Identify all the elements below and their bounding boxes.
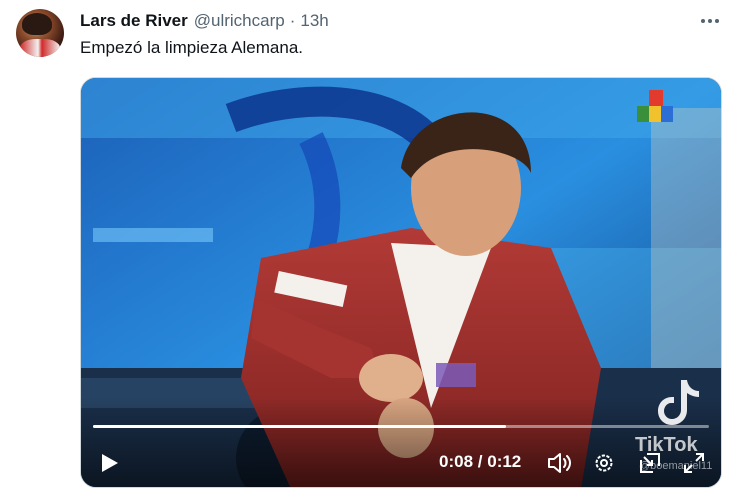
channel-logo-icon xyxy=(637,90,673,122)
tweet-header: Lars de River @ulrichcarp · 13h xyxy=(80,10,329,32)
time-readout: 0:08 / 0:12 xyxy=(439,452,521,472)
tweet-text: Empezó la limpieza Alemana. xyxy=(80,38,304,57)
play-icon xyxy=(102,454,118,472)
progress-bar[interactable] xyxy=(93,425,709,428)
gear-icon xyxy=(595,454,613,472)
tiktok-logo-icon xyxy=(658,380,699,425)
picture-in-picture-button[interactable] xyxy=(635,448,665,478)
picture-in-picture-icon xyxy=(640,453,660,473)
user-handle[interactable]: @ulrichcarp xyxy=(194,11,285,31)
progress-fill xyxy=(93,425,506,428)
tweet: Lars de River @ulrichcarp · 13h Empezó l… xyxy=(0,0,737,502)
controls-overlay xyxy=(81,397,721,487)
separator-dot: · xyxy=(289,11,296,30)
settings-button[interactable] xyxy=(589,448,619,478)
avatar[interactable] xyxy=(16,9,64,57)
avatar-hair xyxy=(22,13,52,35)
display-name[interactable]: Lars de River xyxy=(80,11,188,31)
more-dots-icon[interactable] xyxy=(698,10,722,32)
more-dot xyxy=(708,19,712,23)
volume-button[interactable] xyxy=(545,448,575,478)
play-button[interactable] xyxy=(95,449,123,477)
fullscreen-icon xyxy=(684,453,704,473)
avatar-shirt xyxy=(20,39,60,57)
post-timestamp[interactable]: 13h xyxy=(300,11,328,31)
video-player[interactable]: TikTok @boemaniel11 0:08 / 0:12 xyxy=(80,77,722,488)
duration: 0:12 xyxy=(487,452,522,471)
fullscreen-button[interactable] xyxy=(679,448,709,478)
time-separator: / xyxy=(477,452,483,471)
volume-icon xyxy=(548,453,571,473)
current-time: 0:08 xyxy=(439,452,474,471)
more-dot xyxy=(701,19,705,23)
more-dot xyxy=(715,19,719,23)
